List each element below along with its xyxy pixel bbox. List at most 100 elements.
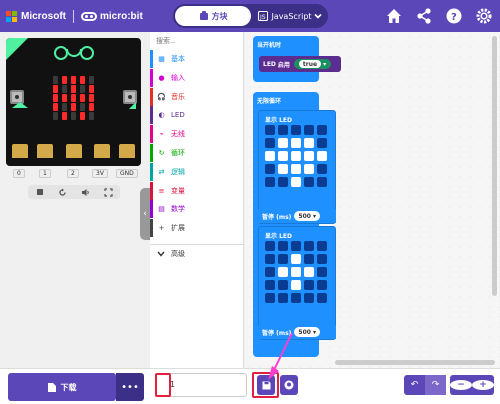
led-cell[interactable] — [265, 280, 275, 290]
led-cell[interactable] — [278, 164, 288, 174]
led-cell[interactable] — [317, 267, 327, 277]
toolbox-advanced[interactable]: 高级 — [150, 244, 244, 262]
led-cell[interactable] — [265, 164, 275, 174]
workspace-horizontal-scrollbar[interactable] — [335, 360, 495, 365]
blocks-mode-button[interactable]: 方块 — [175, 6, 251, 26]
sound-icon[interactable] — [81, 187, 91, 197]
collapse-simulator-handle[interactable]: ‹ — [140, 188, 150, 240]
led-cell[interactable] — [278, 293, 288, 303]
led-cell[interactable] — [291, 177, 301, 187]
share-icon[interactable] — [414, 6, 434, 26]
toolbox-category[interactable]: ● 输入 — [150, 68, 244, 87]
led-cell[interactable] — [291, 267, 301, 277]
led-cell[interactable] — [304, 177, 314, 187]
toolbox-category[interactable]: ▦ 基本 — [150, 50, 244, 68]
show-leds-block[interactable]: 显示 LED 暂停 (ms) 500 ▾ — [258, 226, 336, 340]
undo-icon[interactable]: ↶ — [404, 375, 425, 395]
toolbox-category[interactable]: ▤ 数学 — [150, 200, 244, 219]
toolbox-category[interactable]: ⇄ 逻辑 — [150, 162, 244, 181]
restart-icon[interactable] — [58, 187, 68, 197]
led-cell[interactable] — [317, 151, 327, 161]
led-cell[interactable] — [278, 280, 288, 290]
download-more-button[interactable]: ••• — [116, 373, 144, 401]
pin-gnd[interactable] — [119, 144, 135, 158]
led-cell[interactable] — [265, 254, 275, 264]
led-cell[interactable] — [317, 138, 327, 148]
pause-block[interactable]: 暂停 (ms) 500 ▾ — [258, 209, 336, 223]
led-cell[interactable] — [304, 267, 314, 277]
workspace-vertical-scrollbar[interactable] — [492, 36, 497, 296]
led-cell[interactable] — [265, 151, 275, 161]
led-cell[interactable] — [304, 254, 314, 264]
led-cell[interactable] — [291, 125, 301, 135]
led-cell[interactable] — [291, 151, 301, 161]
led-matrix-editor[interactable] — [265, 241, 329, 305]
pause-value[interactable]: 500 ▾ — [294, 327, 320, 337]
led-cell[interactable] — [291, 138, 301, 148]
pin-1[interactable] — [37, 144, 53, 158]
led-cell[interactable] — [304, 138, 314, 148]
led-cell[interactable] — [278, 177, 288, 187]
led-cell[interactable] — [317, 164, 327, 174]
led-cell[interactable] — [291, 164, 301, 174]
pause-value[interactable]: 500 ▾ — [294, 211, 320, 221]
stop-icon[interactable] — [35, 187, 45, 197]
led-cell[interactable] — [265, 125, 275, 135]
download-button[interactable]: 下载 — [8, 373, 116, 401]
fullscreen-icon[interactable] — [104, 187, 114, 197]
led-enable-dropdown[interactable]: true ▾ — [293, 59, 332, 69]
led-cell[interactable] — [317, 254, 327, 264]
led-cell[interactable] — [265, 293, 275, 303]
github-button[interactable] — [280, 375, 298, 395]
pin-2[interactable] — [66, 144, 82, 158]
led-cell[interactable] — [265, 138, 275, 148]
led-cell[interactable] — [278, 254, 288, 264]
pin-3v[interactable] — [94, 144, 110, 158]
toolbox-category[interactable]: ◐ LED — [150, 106, 244, 125]
led-cell[interactable] — [265, 267, 275, 277]
zoom-out-button[interactable]: − — [450, 375, 472, 395]
led-cell[interactable] — [317, 125, 327, 135]
led-cell[interactable] — [317, 241, 327, 251]
led-cell[interactable] — [304, 293, 314, 303]
javascript-mode-button[interactable]: JS JavaScript — [257, 6, 313, 26]
toolbox-category[interactable]: ⌁ 无线 — [150, 125, 244, 144]
toolbox-category[interactable]: + 扩展 — [150, 219, 244, 238]
led-cell[interactable] — [278, 125, 288, 135]
led-cell[interactable] — [304, 241, 314, 251]
toolbox-category[interactable]: ≡ 变量 — [150, 181, 244, 200]
led-cell[interactable] — [317, 293, 327, 303]
led-cell[interactable] — [304, 280, 314, 290]
led-enable-block[interactable]: LED 启用 true ▾ — [259, 56, 341, 72]
led-cell[interactable] — [265, 177, 275, 187]
led-cell[interactable] — [265, 241, 275, 251]
pin-0[interactable] — [12, 144, 28, 158]
led-cell[interactable] — [278, 138, 288, 148]
led-cell[interactable] — [304, 125, 314, 135]
zoom-in-button[interactable]: + — [472, 375, 494, 395]
redo-icon[interactable]: ↷ — [425, 375, 446, 395]
led-cell[interactable] — [304, 164, 314, 174]
home-icon[interactable] — [384, 6, 404, 26]
led-cell[interactable] — [278, 267, 288, 277]
led-cell[interactable] — [291, 241, 301, 251]
blocks-workspace[interactable]: 当开机时 LED 启用 true ▾ 无限循环 显示 LED 暂停 (ms) 5… — [245, 32, 500, 368]
settings-gear-icon[interactable] — [474, 6, 494, 26]
toolbox-category[interactable]: ↻ 循环 — [150, 144, 244, 162]
led-cell[interactable] — [291, 293, 301, 303]
toolbox-category[interactable]: 🎧 音乐 — [150, 87, 244, 106]
help-icon[interactable]: ? — [444, 6, 464, 26]
pause-block[interactable]: 暂停 (ms) 500 ▾ — [258, 325, 336, 339]
toolbox-search-input[interactable] — [156, 35, 240, 47]
led-cell[interactable] — [317, 280, 327, 290]
led-cell[interactable] — [317, 177, 327, 187]
led-cell[interactable] — [278, 151, 288, 161]
microbit-logo-icon — [81, 11, 97, 21]
led-cell[interactable] — [291, 254, 301, 264]
led-cell[interactable] — [291, 280, 301, 290]
led-cell[interactable] — [278, 241, 288, 251]
led-matrix-editor[interactable] — [265, 125, 329, 189]
chevron-down-icon[interactable] — [312, 10, 324, 22]
show-leds-block[interactable]: 显示 LED 暂停 (ms) 500 ▾ — [258, 110, 336, 224]
led-cell[interactable] — [304, 151, 314, 161]
